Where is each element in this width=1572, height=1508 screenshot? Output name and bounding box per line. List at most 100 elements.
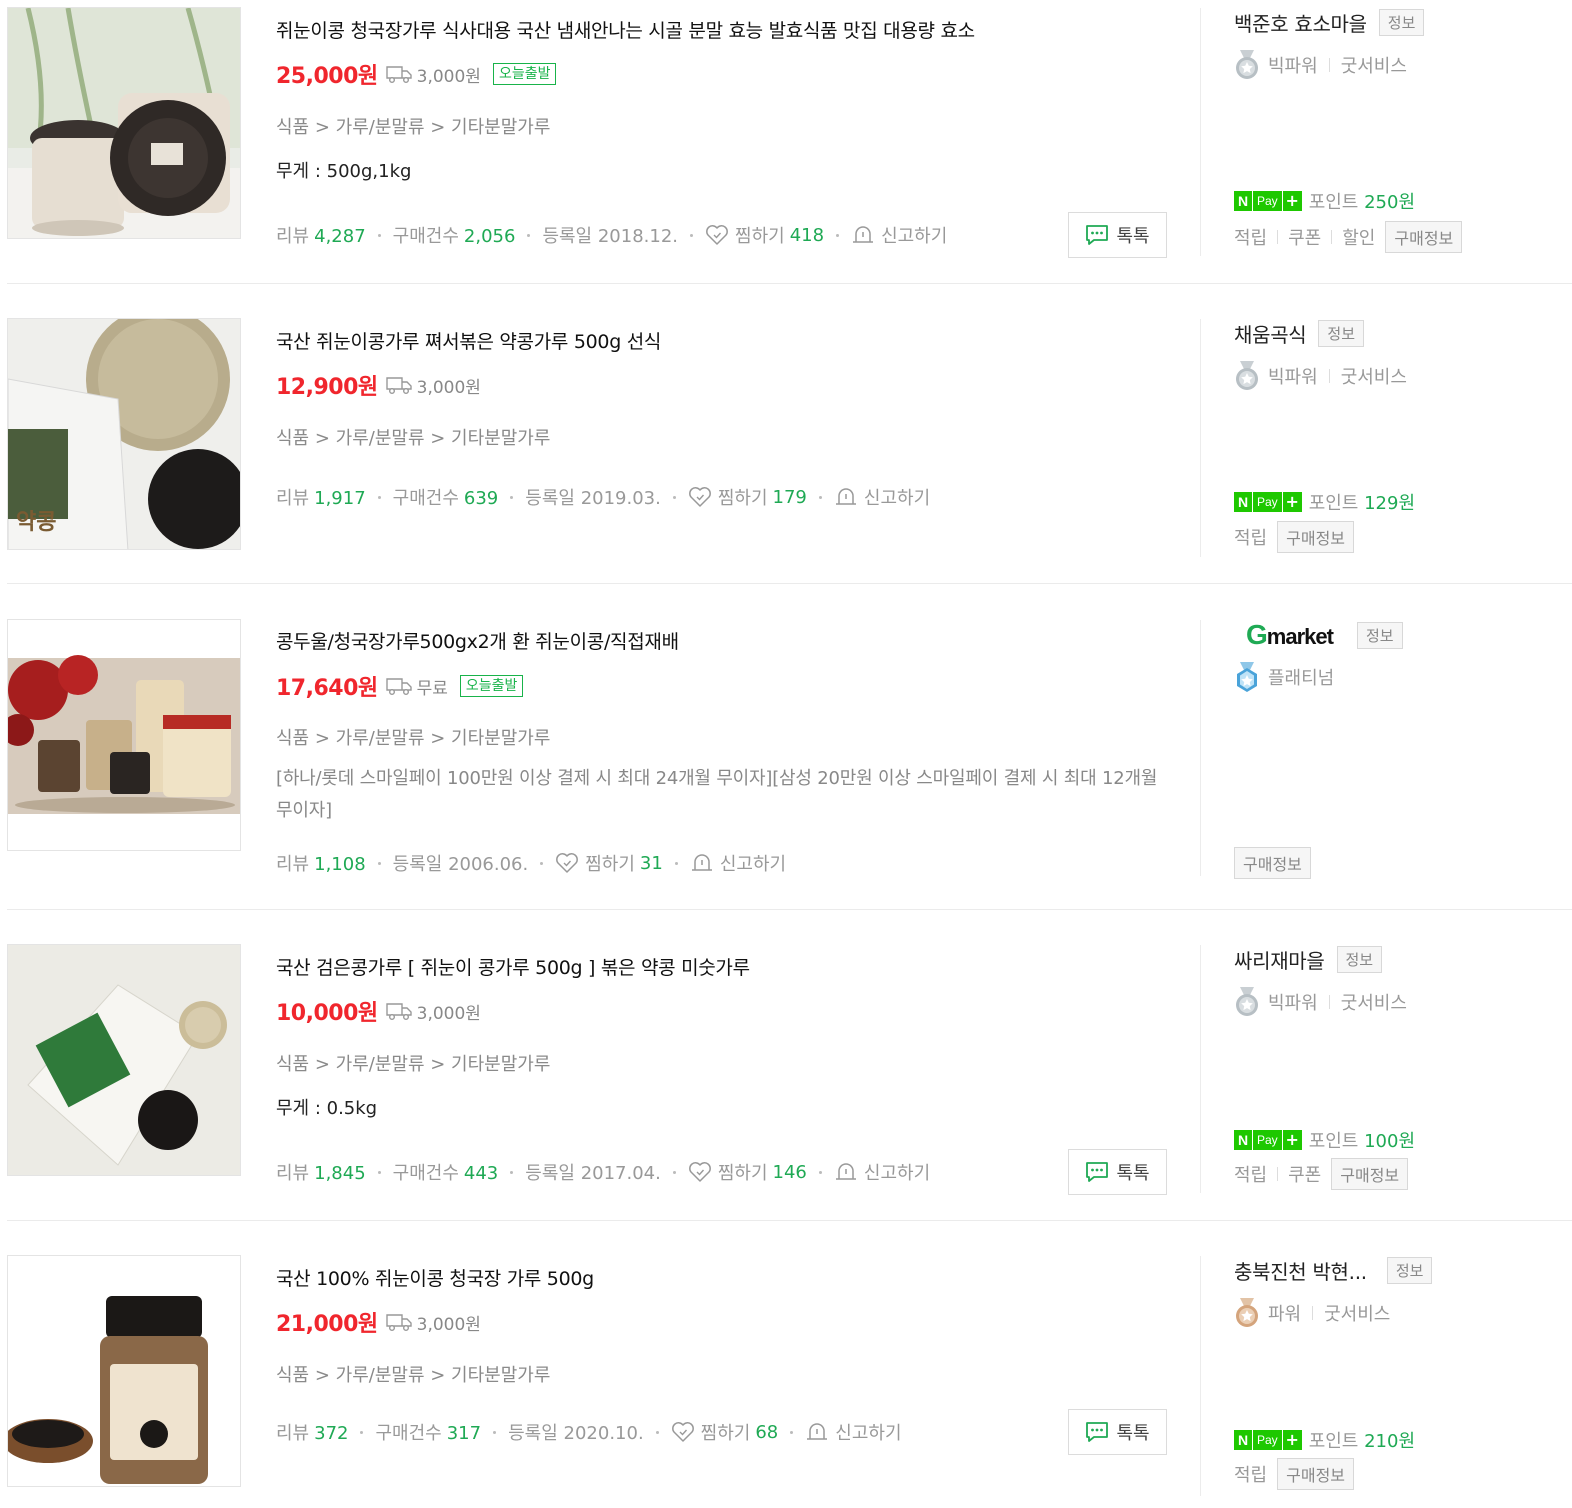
seller-grade: 플래티넘 [1234, 662, 1334, 692]
meta-separator [377, 861, 381, 865]
wish-button[interactable]: 찜하기 31 [555, 850, 663, 876]
truck-icon [386, 1312, 413, 1332]
seller-name[interactable]: 채움곡식 [1234, 319, 1307, 348]
row-divider [7, 283, 1572, 284]
category-path[interactable]: 식품 > 가루/분말류 > 기타분말가루 [276, 1361, 550, 1387]
registered-date: 등록일 2019.03. [525, 488, 661, 509]
heart-icon [705, 224, 729, 246]
product-thumbnail[interactable] [7, 619, 241, 851]
category-path[interactable]: 식품 > 가루/분말류 > 기타분말가루 [276, 113, 550, 139]
review-link[interactable]: 리뷰 4,287 [276, 222, 366, 248]
wish-button[interactable]: 찜하기 179 [688, 484, 807, 510]
meta-separator [510, 1170, 514, 1174]
purchase-info-button[interactable]: 구매정보 [1385, 221, 1463, 253]
meta-separator [360, 1430, 364, 1434]
report-button[interactable]: 신고하기 [805, 1419, 902, 1445]
product-title[interactable]: 쥐눈이콩 청국장가루 식사대용 국산 냄새안나는 시골 분말 효능 발효식품 맛… [276, 16, 975, 43]
shipping-fee: 3,000원 [386, 1310, 481, 1335]
seller-info-button[interactable]: 정보 [1336, 946, 1383, 973]
seller-name[interactable]: 싸리재마을 [1234, 945, 1325, 974]
grade-medal-icon [1234, 1298, 1260, 1328]
benefit-row: 적립 구매정보 [1234, 521, 1355, 553]
npay-point-row: N Pay + 포인트 210원 [1234, 1427, 1415, 1453]
purchase-count: 구매건수 443 [392, 1163, 499, 1184]
wish-button[interactable]: 찜하기 68 [671, 1419, 778, 1445]
seller-info-button[interactable]: 정보 [1378, 9, 1425, 36]
heart-icon [671, 1421, 695, 1443]
review-link[interactable]: 리뷰 1,845 [276, 1159, 366, 1185]
product-title[interactable]: 국산 100% 쥐눈이콩 청국장 가루 500g [276, 1264, 594, 1291]
purchase-info-button[interactable]: 구매정보 [1331, 1158, 1409, 1190]
product-item: 국산 100% 쥐눈이콩 청국장 가루 500g 21,000원 3,000원 … [0, 1248, 1572, 1508]
wish-button[interactable]: 찜하기 146 [688, 1159, 807, 1185]
category-path[interactable]: 식품 > 가루/분말류 > 기타분말가루 [276, 724, 550, 750]
report-bell-icon [690, 852, 714, 874]
seller-info-button[interactable]: 정보 [1386, 1257, 1433, 1284]
seller-row: Gmarket 정보 [1234, 619, 1403, 651]
price-row: 10,000원 3,000원 [276, 996, 481, 1026]
purchase-info-button[interactable]: 구매정보 [1277, 521, 1355, 553]
category-path[interactable]: 식품 > 가루/분말류 > 기타분말가루 [276, 1050, 550, 1076]
price-row: 21,000원 3,000원 [276, 1307, 481, 1337]
meta-separator [540, 861, 544, 865]
report-bell-icon [805, 1421, 829, 1443]
wish-button[interactable]: 찜하기 418 [705, 222, 824, 248]
seller-grade: 빅파워 굿서비스 [1234, 50, 1407, 80]
wish-count: 146 [772, 1161, 807, 1183]
meta-separator [836, 233, 840, 237]
purchase-info-button[interactable]: 구매정보 [1277, 1458, 1355, 1490]
category-path[interactable]: 식품 > 가루/분말류 > 기타분말가루 [276, 424, 550, 450]
column-divider [1200, 620, 1201, 876]
row-divider [7, 1220, 1572, 1221]
truck-icon [386, 676, 413, 696]
wish-count: 31 [639, 852, 663, 874]
talk-button[interactable]: 톡톡 [1068, 1149, 1167, 1195]
column-divider [1200, 1256, 1201, 1496]
product-meta: 리뷰 1,845 구매건수 443 등록일 2017.04. 찜하기 146 신고하기 [276, 1159, 930, 1185]
purchase-info-button[interactable]: 구매정보 [1234, 847, 1311, 879]
product-thumbnail[interactable]: 약콩 [7, 318, 241, 550]
benefit-tag: 할인 [1342, 228, 1376, 249]
review-link[interactable]: 리뷰 1,108 [276, 850, 366, 876]
report-button[interactable]: 신고하기 [834, 1159, 930, 1185]
purchase-count: 구매건수 317 [375, 1423, 482, 1444]
grade-medal-icon [1234, 50, 1260, 80]
seller-name[interactable]: 충북진천 박현... [1234, 1256, 1367, 1285]
shipping-fee: 3,000원 [386, 373, 481, 398]
seller-name[interactable]: 백준호 효소마을 [1234, 8, 1367, 37]
registered-date: 등록일 2006.06. [392, 854, 529, 875]
benefit-tag: 적립 [1234, 228, 1268, 249]
good-service-label: 굿서비스 [1340, 367, 1407, 388]
report-button[interactable]: 신고하기 [851, 222, 947, 248]
product-meta: 리뷰 1,917 구매건수 639 등록일 2019.03. 찜하기 179 신고하기 [276, 484, 930, 510]
review-link[interactable]: 리뷰 372 [276, 1419, 348, 1445]
product-title[interactable]: 콩두울/청국장가루500gx2개 환 쥐눈이콩/직접재배 [276, 627, 679, 654]
talk-button[interactable]: 톡톡 [1068, 212, 1167, 258]
npay-point-row: N Pay + 포인트 100원 [1234, 1127, 1415, 1153]
product-title[interactable]: 국산 쥐눈이콩가루 쪄서볶은 약콩가루 500g 선식 [276, 327, 661, 354]
seller-info-button[interactable]: 정보 [1318, 320, 1365, 347]
meta-separator [377, 495, 381, 499]
review-link[interactable]: 리뷰 1,917 [276, 484, 366, 510]
product-price: 10,000원 [276, 1001, 378, 1026]
talk-button[interactable]: 톡톡 [1068, 1409, 1167, 1455]
meta-separator [818, 1170, 822, 1174]
product-thumbnail[interactable] [7, 7, 241, 239]
meta-separator [790, 1430, 794, 1434]
product-description: [하나/롯데 스마일페이 100만원 이상 결제 시 최대 24개월 무이자][… [276, 768, 1158, 821]
product-thumbnail[interactable] [7, 1255, 241, 1487]
report-button[interactable]: 신고하기 [834, 484, 930, 510]
benefit-row: 적립 쿠폰 할인 구매정보 [1234, 221, 1463, 253]
report-button[interactable]: 신고하기 [690, 850, 786, 876]
product-thumbnail[interactable] [7, 944, 241, 1176]
good-service-label: 굿서비스 [1340, 56, 1407, 77]
gmarket-logo[interactable]: Gmarket [1246, 619, 1334, 651]
seller-info-button[interactable]: 정보 [1356, 621, 1403, 649]
registered-date: 등록일 2018.12. [542, 226, 679, 247]
good-service-label: 굿서비스 [1340, 993, 1407, 1014]
product-title[interactable]: 국산 검은콩가루 [ 쥐눈이 콩가루 500g ] 볶은 약콩 미숫가루 [276, 953, 750, 980]
row-divider [7, 583, 1572, 584]
benefit-row: 구매정보 [1234, 847, 1311, 879]
grade-medal-icon [1234, 662, 1260, 692]
seller-row: 채움곡식 정보 [1234, 319, 1365, 348]
